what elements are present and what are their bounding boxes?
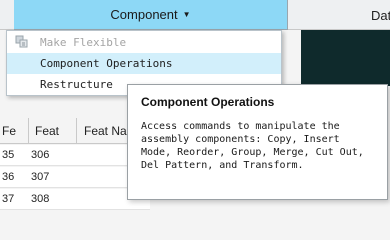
tooltip: Component Operations Access commands to … <box>127 84 388 200</box>
dark-panel <box>301 30 390 86</box>
table-cell: 35 <box>2 149 15 161</box>
menu-item-component-operations[interactable]: Component Operations <box>7 53 281 74</box>
table-cell: 36 <box>2 171 15 183</box>
ribbon-right-label: Dat <box>371 8 390 23</box>
component-menu-label: Component <box>110 7 178 22</box>
table-cell: 306 <box>31 149 50 161</box>
chevron-down-icon: ▼ <box>182 10 191 19</box>
column-divider[interactable] <box>28 118 29 144</box>
menu-item-label: Make Flexible <box>40 36 127 49</box>
ribbon-left-area <box>0 0 14 30</box>
menu-item-make-flexible[interactable]: Make Flexible <box>7 32 281 53</box>
column-divider[interactable] <box>76 118 77 144</box>
table-cell: 37 <box>2 193 15 205</box>
column-header[interactable]: Feat Na <box>84 124 127 138</box>
component-menu-button[interactable]: Component ▼ <box>14 0 288 30</box>
ribbon-right-tab[interactable]: Dat <box>288 0 390 30</box>
column-header[interactable]: Fe <box>2 124 16 138</box>
tooltip-title: Component Operations <box>141 95 275 109</box>
tooltip-description: Access commands to manipulate the assemb… <box>141 121 364 171</box>
column-header[interactable]: Feat <box>35 124 59 138</box>
table-cell: 308 <box>31 193 50 205</box>
make-flexible-icon <box>15 35 29 49</box>
table-cell: 307 <box>31 171 50 183</box>
menu-item-label: Component Operations <box>40 57 173 70</box>
menu-item-label: Restructure <box>40 78 113 91</box>
